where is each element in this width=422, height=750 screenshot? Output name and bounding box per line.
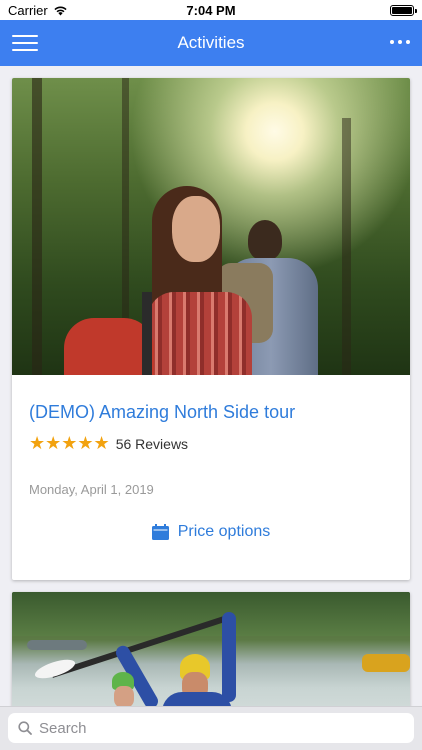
search-input[interactable] (39, 719, 399, 737)
review-count[interactable]: 56 Reviews (116, 436, 188, 452)
clock: 7:04 PM (186, 3, 236, 18)
battery-fill (392, 7, 412, 14)
activity-date: Monday, April 1, 2019 (29, 482, 154, 497)
search-bar (0, 706, 422, 750)
search-field[interactable] (8, 713, 414, 743)
page-title: Activities (177, 33, 245, 52)
calendar-icon (151, 524, 169, 540)
nav-bar: Activities (0, 20, 422, 66)
price-options-button[interactable]: Price options (29, 523, 393, 541)
search-icon (18, 721, 32, 735)
battery-icon (390, 5, 417, 16)
activity-card[interactable]: (DEMO) Amazing North Side tour ★★★★★ 56 … (12, 78, 410, 580)
activity-title[interactable]: (DEMO) Amazing North Side tour (29, 401, 393, 423)
status-bar: Carrier 7:04 PM (0, 0, 422, 20)
rating-row: ★★★★★ 56 Reviews (29, 433, 393, 454)
more-options-icon[interactable] (390, 40, 410, 44)
activity-photo[interactable] (12, 78, 410, 375)
price-options-label: Price options (177, 523, 271, 540)
star-rating: ★★★★★ (29, 433, 110, 453)
